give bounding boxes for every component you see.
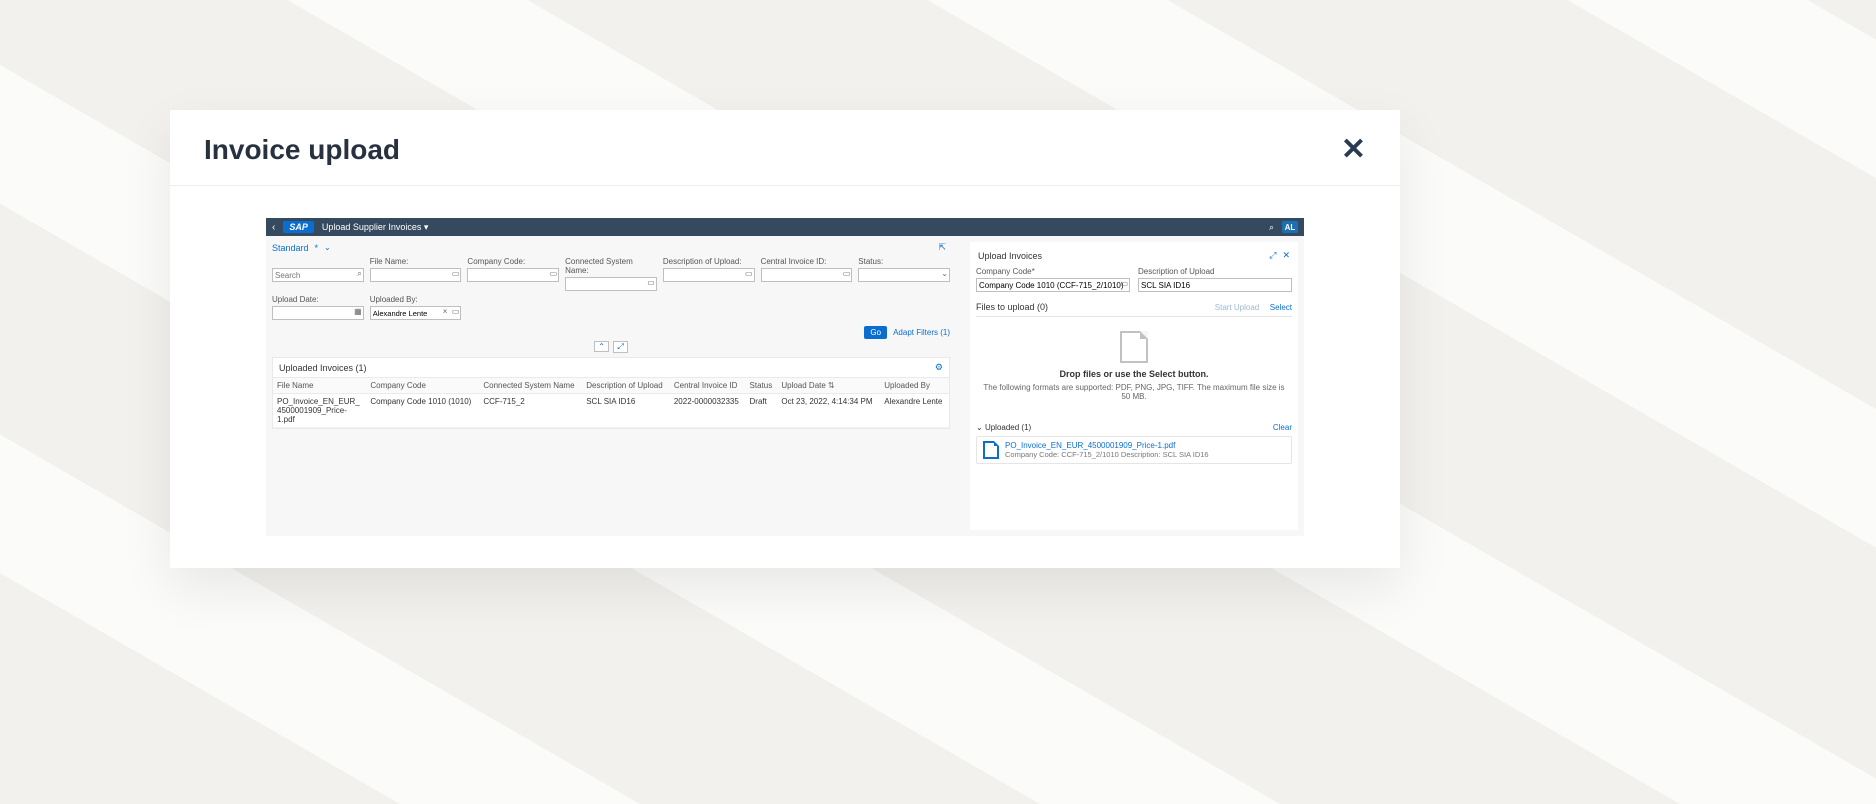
calendar-icon[interactable]: ▦ <box>354 307 362 316</box>
dropzone-subtext: The following formats are supported: PDF… <box>980 383 1288 401</box>
modal-header: Invoice upload ✕ <box>170 110 1400 186</box>
desc-input[interactable] <box>1138 278 1292 292</box>
start-upload-link[interactable]: Start Upload <box>1215 303 1259 312</box>
sap-logo: SAP <box>283 221 314 233</box>
dropzone-text: Drop files or use the Select button. <box>980 369 1288 379</box>
uploaded-invoices-table: Uploaded Invoices (1) ⚙ File Name Compan… <box>272 357 950 429</box>
modal-title: Invoice upload <box>204 134 400 166</box>
cell-description: SCL SIA ID16 <box>582 394 670 428</box>
files-to-upload-title: Files to upload (0) <box>976 302 1048 312</box>
app-title[interactable]: Upload Supplier Invoices ▾ <box>322 222 429 233</box>
uploaded-section-title[interactable]: ⌄ Uploaded (1) <box>976 423 1031 432</box>
description-input[interactable] <box>663 268 755 282</box>
document-icon <box>1120 331 1148 363</box>
back-icon[interactable]: ‹ <box>272 222 275 233</box>
table-title: Uploaded Invoices (1) <box>279 363 367 373</box>
valuehelp-icon[interactable]: ▭ <box>452 269 460 278</box>
token-remove-icon[interactable]: × <box>443 307 448 316</box>
valuehelp-icon[interactable]: ▭ <box>745 269 753 278</box>
valuehelp-icon[interactable]: ▭ <box>1120 279 1128 288</box>
col-upload-date[interactable]: Upload Date⇅ <box>777 378 880 394</box>
clear-link[interactable]: Clear <box>1273 423 1292 432</box>
cell-file-name: PO_Invoice_EN_EUR_4500001909_Price-1.pdf <box>273 394 366 428</box>
upload-panel-title: Upload Invoices <box>978 251 1042 261</box>
uploaded-by-label: Uploaded By: <box>370 295 462 304</box>
uploaded-file-card[interactable]: PO_Invoice_EN_EUR_4500001909_Price-1.pdf… <box>976 436 1292 464</box>
dropzone[interactable]: Drop files or use the Select button. The… <box>976 316 1292 413</box>
central-invoice-input[interactable] <box>761 268 853 282</box>
company-code-label: Company Code: <box>467 257 559 266</box>
cell-connected-system: CCF-715_2 <box>479 394 582 428</box>
col-central-invoice[interactable]: Central Invoice ID <box>670 378 746 394</box>
connected-system-label: Connected System Name: <box>565 257 657 275</box>
search-glass-icon[interactable]: ⌕ <box>357 269 361 279</box>
select-link[interactable]: Select <box>1270 303 1292 312</box>
cc-input[interactable] <box>976 278 1130 292</box>
col-uploaded-by[interactable]: Uploaded By <box>880 378 949 394</box>
col-company-code[interactable]: Company Code <box>366 378 479 394</box>
valuehelp-icon[interactable]: ▭ <box>843 269 851 278</box>
description-label: Description of Upload: <box>663 257 755 266</box>
cell-uploaded-by: Alexandre Lente <box>880 394 949 428</box>
cell-central-invoice: 2022-0000032335 <box>670 394 746 428</box>
upload-date-label: Upload Date: <box>272 295 364 304</box>
desc-label: Description of Upload <box>1138 267 1292 276</box>
col-description[interactable]: Description of Upload <box>582 378 670 394</box>
cc-label: Company Code* <box>976 267 1130 276</box>
sap-topbar: ‹ SAP Upload Supplier Invoices ▾ ⌕ AL <box>266 218 1304 236</box>
uploaded-file-name: PO_Invoice_EN_EUR_4500001909_Price-1.pdf <box>1005 441 1209 450</box>
fullscreen-icon[interactable]: ⤢ <box>1269 250 1276 261</box>
chevron-down-icon: ⌄ <box>976 423 983 432</box>
cell-company-code: Company Code 1010 (1010) <box>366 394 479 428</box>
file-icon <box>983 441 999 459</box>
sap-shell: ‹ SAP Upload Supplier Invoices ▾ ⌕ AL St… <box>266 218 1304 536</box>
sort-desc-icon: ⇅ <box>828 381 835 390</box>
col-status[interactable]: Status <box>746 378 778 394</box>
col-file-name[interactable]: File Name <box>273 378 366 394</box>
search-label <box>272 257 364 266</box>
connected-system-input[interactable] <box>565 277 657 291</box>
file-name-label: File Name: <box>370 257 462 266</box>
status-label: Status: <box>858 257 950 266</box>
upload-invoices-panel: Upload Invoices ⤢ ✕ Company Code* ▭ <box>970 242 1298 530</box>
cell-upload-date: Oct 23, 2022, 4:14:34 PM <box>777 394 880 428</box>
chevron-down-icon: ⌄ <box>324 243 331 252</box>
collapse-filter-bar: ⌃ ⤢ <box>272 341 950 353</box>
adapt-filters-link[interactable]: Adapt Filters (1) <box>893 328 950 337</box>
close-panel-icon[interactable]: ✕ <box>1282 250 1290 261</box>
valuehelp-icon[interactable]: ▭ <box>550 269 558 278</box>
col-connected-system[interactable]: Connected System Name <box>479 378 582 394</box>
collapse-icon-left[interactable]: ⌃ <box>594 341 609 352</box>
gear-icon[interactable]: ⚙ <box>935 362 943 373</box>
table-header-row: File Name Company Code Connected System … <box>273 378 949 394</box>
file-name-input[interactable] <box>370 268 462 282</box>
valuehelp-icon[interactable]: ▭ <box>452 307 460 316</box>
variant-modified-star: * <box>315 243 319 253</box>
central-invoice-label: Central Invoice ID: <box>761 257 853 266</box>
go-button[interactable]: Go <box>864 326 887 339</box>
share-icon[interactable]: ⇱ <box>938 242 946 253</box>
table-row[interactable]: PO_Invoice_EN_EUR_4500001909_Price-1.pdf… <box>273 394 949 428</box>
search-input[interactable] <box>272 268 364 282</box>
close-icon[interactable]: ✕ <box>1341 132 1366 167</box>
cell-status: Draft <box>746 394 778 428</box>
chevron-down-icon[interactable]: ⌄ <box>941 269 948 278</box>
variant-name: Standard <box>272 243 309 253</box>
uploaded-file-meta: Company Code: CCF-715_2/1010 Description… <box>1005 450 1209 459</box>
variant-selector[interactable]: Standard * ⌄ ⇱ <box>272 242 950 253</box>
status-select[interactable] <box>858 268 950 282</box>
valuehelp-icon[interactable]: ▭ <box>647 278 655 287</box>
company-code-input[interactable] <box>467 268 559 282</box>
search-icon[interactable]: ⌕ <box>1269 222 1274 233</box>
upload-date-input[interactable] <box>272 306 364 320</box>
modal-invoice-upload: Invoice upload ✕ ‹ SAP Upload Supplier I… <box>170 110 1400 568</box>
user-avatar[interactable]: AL <box>1282 221 1298 233</box>
collapse-icon-right[interactable]: ⤢ <box>613 341 627 353</box>
uploaded-by-input[interactable] <box>370 306 462 320</box>
